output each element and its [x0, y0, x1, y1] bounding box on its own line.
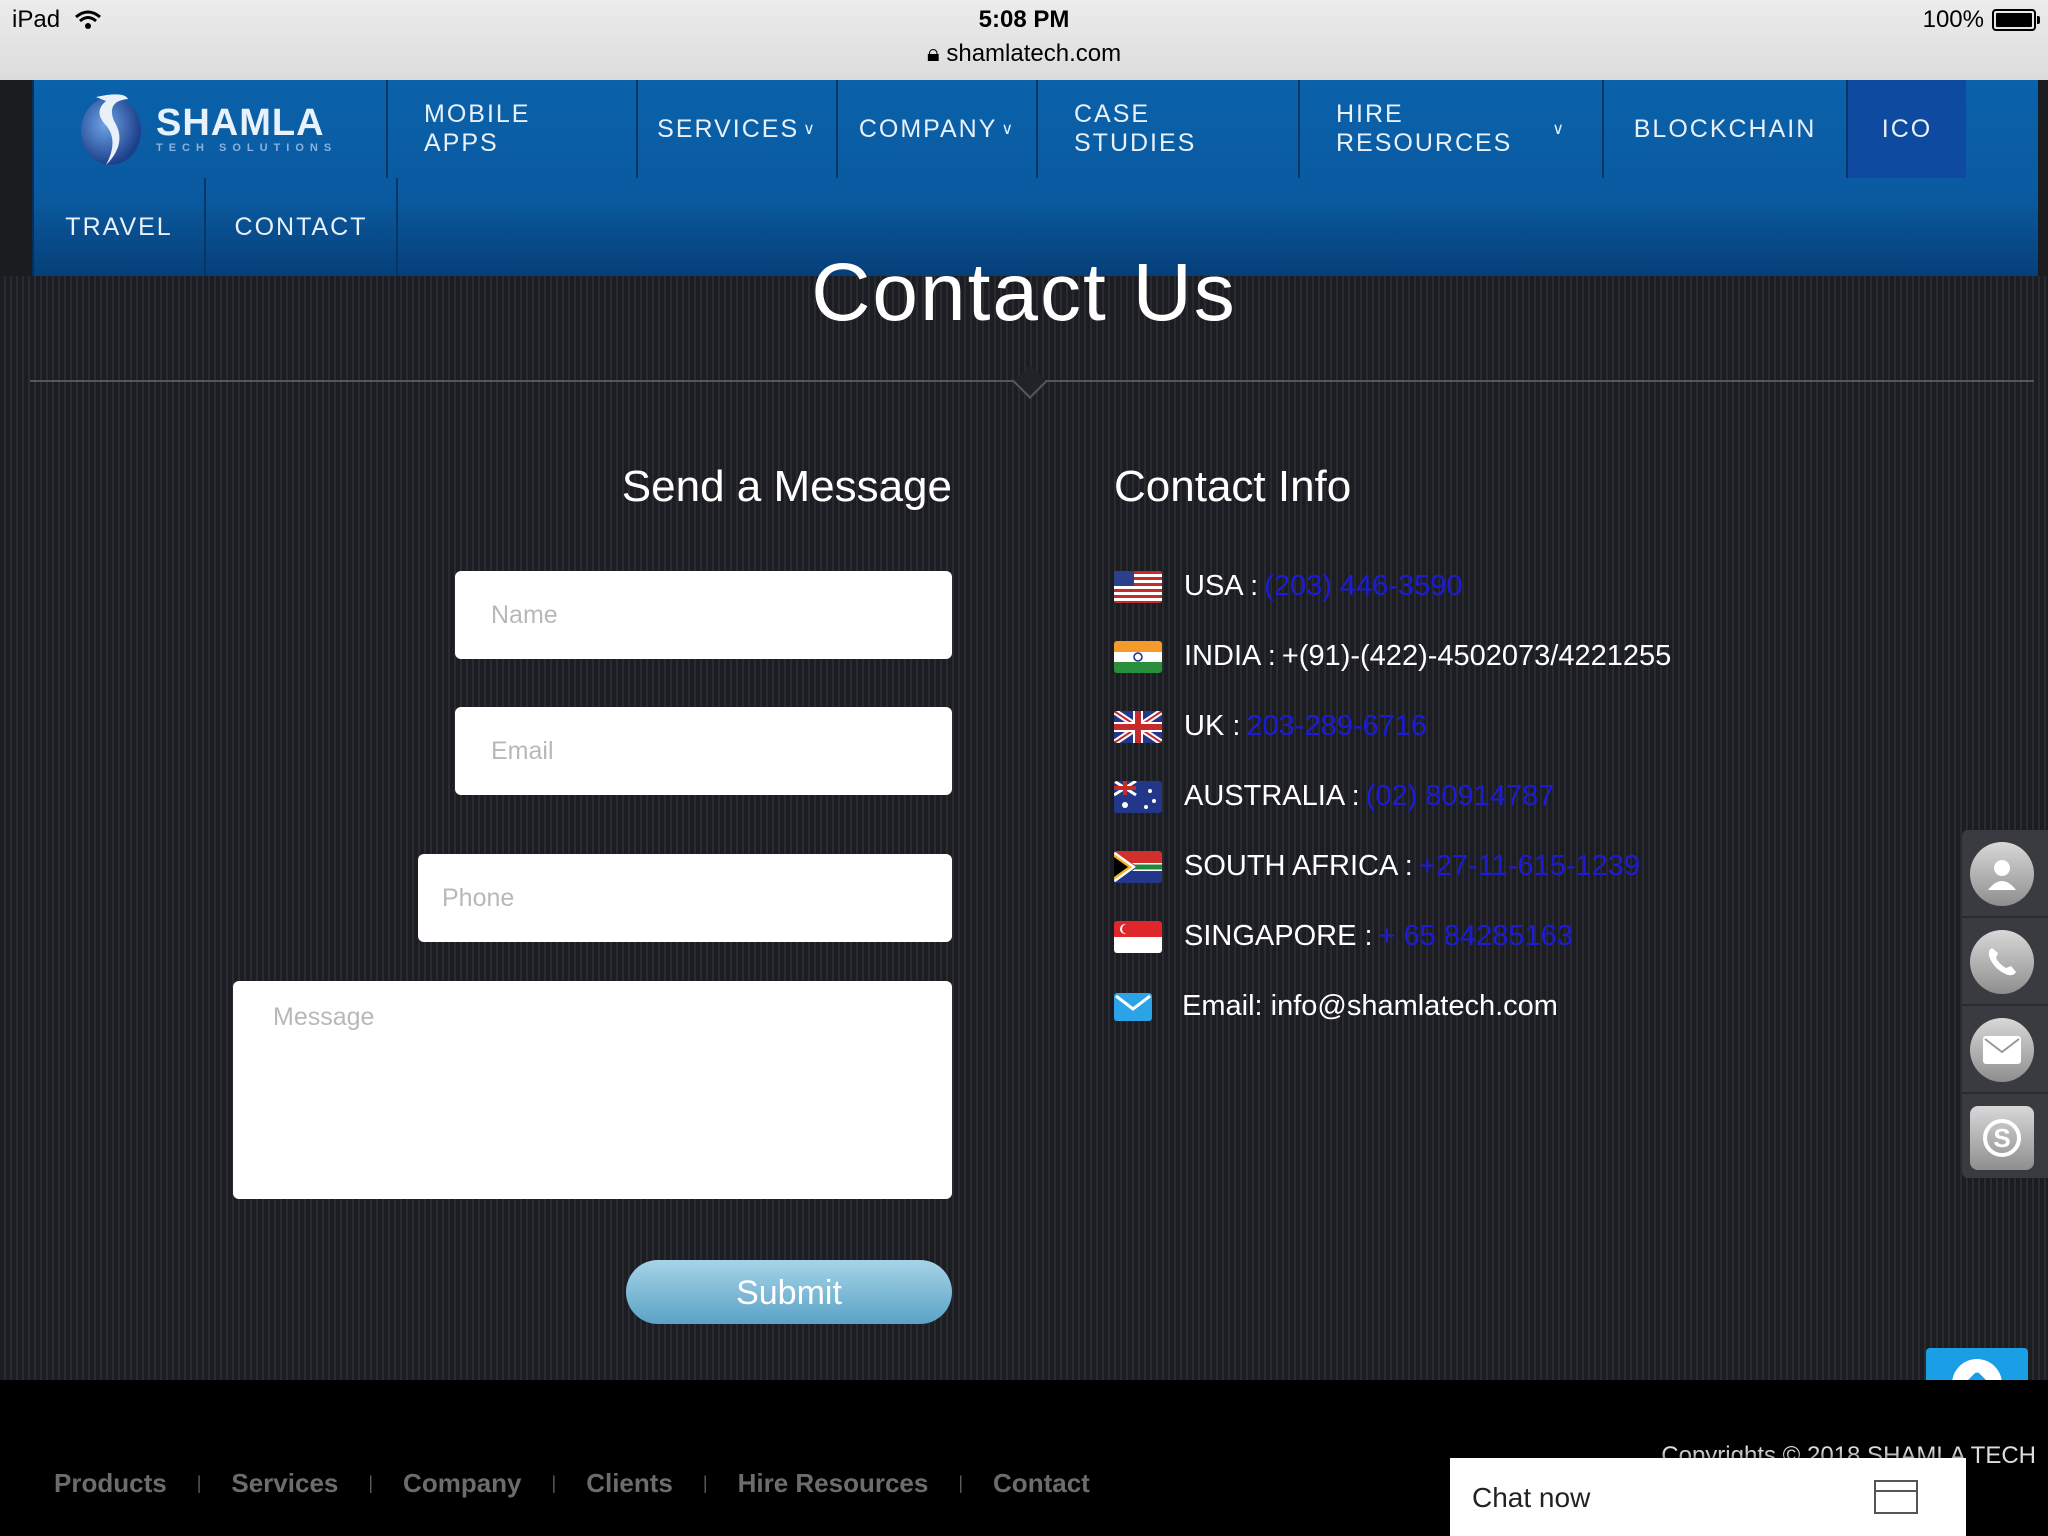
divider-notch — [1013, 365, 1047, 399]
footer-link-company[interactable]: Company — [403, 1468, 521, 1499]
contact-info-heading: Contact Info — [1114, 462, 1352, 511]
status-time: 5:08 PM — [978, 6, 1070, 33]
contact-row-australia: AUSTRALIA : (02) 80914787 — [1114, 780, 1554, 813]
nav-company[interactable]: COMPANY ∨ — [838, 80, 1038, 178]
divider — [1962, 916, 2048, 918]
nav-hire-resources[interactable]: HIRE RESOURCES ∨ — [1300, 80, 1604, 178]
footer-separator: | — [551, 1473, 557, 1493]
footer-links: Products | Services | Company | Clients … — [54, 1468, 1090, 1499]
lock-icon: 🔒︎ — [926, 40, 940, 67]
phone-link-uk[interactable]: 203-289-6716 — [1246, 710, 1427, 743]
phone-icon[interactable] — [1970, 930, 2034, 994]
logo-mark-icon — [81, 94, 141, 165]
name-field[interactable] — [455, 571, 952, 659]
australia-flag-icon — [1114, 780, 1162, 813]
phone-link-australia[interactable]: (02) 80914787 — [1366, 780, 1555, 813]
chevron-down-icon: ∨ — [803, 121, 817, 138]
south-africa-flag-icon — [1114, 850, 1162, 883]
status-right: 100% — [1922, 6, 2040, 34]
maximize-window-icon[interactable] — [1874, 1480, 1918, 1514]
nav-blockchain[interactable]: BLOCKCHAIN — [1604, 80, 1848, 178]
uk-flag-icon — [1114, 710, 1162, 743]
page-title: Contact Us — [811, 247, 1237, 338]
status-bar: iPad 5:08 PM 🔒︎ shamlatech.com 100% — [0, 0, 2048, 80]
nav-ico[interactable]: ICO — [1848, 80, 1966, 178]
divider — [1962, 1092, 2048, 1094]
contact-row-singapore: SINGAPORE : + 65 84285163 — [1114, 920, 1573, 953]
phone-link-singapore[interactable]: + 65 84285163 — [1379, 920, 1573, 953]
chat-label: Chat now — [1472, 1482, 1591, 1513]
nav-mobile-apps[interactable]: MOBILE APPS — [388, 80, 638, 178]
nav-services[interactable]: SERVICES ∨ — [638, 80, 838, 178]
contact-section: Contact Us Send a Message Contact Info S… — [0, 247, 2048, 1420]
phone-field[interactable] — [418, 854, 952, 942]
contact-row-india: INDIA : +(91)-(422)-4502073/4221255 — [1114, 640, 1671, 673]
nav-case-studies[interactable]: CASE STUDIES — [1038, 80, 1300, 178]
footer-separator: | — [702, 1473, 708, 1493]
contact-row-south-africa: SOUTH AFRICA : +27-11-615-1239 — [1114, 850, 1640, 883]
email-field[interactable] — [455, 707, 952, 795]
divider — [1962, 1004, 2048, 1006]
chevron-down-icon: ∨ — [1552, 121, 1566, 138]
phone-link-usa[interactable]: (203) 446-3590 — [1264, 570, 1462, 603]
footer-link-products[interactable]: Products — [54, 1468, 167, 1499]
user-icon[interactable] — [1970, 842, 2034, 906]
india-flag-icon — [1114, 640, 1162, 673]
chevron-down-icon: ∨ — [1001, 121, 1016, 138]
nav-row-1: MOBILE APPS SERVICES ∨ COMPANY ∨ CASE STUD… — [388, 80, 1966, 178]
singapore-flag-icon — [1114, 920, 1162, 953]
email-text[interactable]: Email: info@shamlatech.com — [1182, 990, 1558, 1023]
message-field[interactable] — [233, 981, 952, 1199]
footer-link-services[interactable]: Services — [231, 1468, 338, 1499]
envelope-icon — [1114, 992, 1152, 1021]
logo-title: SHAMLA — [156, 102, 325, 144]
footer-separator: | — [368, 1473, 374, 1493]
footer-link-hire-resources[interactable]: Hire Resources — [738, 1468, 929, 1499]
url-text: shamlatech.com — [946, 40, 1122, 67]
usa-flag-icon — [1114, 570, 1162, 603]
address-bar[interactable]: 🔒︎ shamlatech.com — [0, 40, 2048, 68]
contact-row-usa: USA : (203) 446-3590 — [1114, 570, 1462, 603]
submit-button[interactable]: Submit — [626, 1260, 952, 1324]
contact-row-email: Email: info@shamlatech.com — [1114, 990, 1558, 1023]
logo-subtitle: TECH SOLUTIONS — [156, 142, 338, 154]
footer-link-contact[interactable]: Contact — [993, 1468, 1090, 1499]
skype-icon[interactable]: S — [1970, 1106, 2034, 1170]
phone-link-south-africa[interactable]: +27-11-615-1239 — [1419, 850, 1640, 883]
footer-separator: | — [958, 1473, 964, 1493]
chat-widget[interactable]: Chat now — [1450, 1458, 1966, 1536]
battery-icon — [1992, 9, 2040, 31]
footer-link-clients[interactable]: Clients — [586, 1468, 673, 1499]
send-message-heading: Send a Message — [621, 462, 952, 511]
site-logo[interactable]: SHAMLA TECH SOLUTIONS — [34, 80, 388, 178]
contact-row-uk: UK : 203-289-6716 — [1114, 710, 1427, 743]
phone-text-india: +(91)-(422)-4502073/4221255 — [1281, 640, 1672, 672]
svg-text:S: S — [1993, 1123, 2010, 1153]
footer-separator: | — [196, 1473, 202, 1493]
floating-contact-bar: S — [1962, 830, 2048, 1178]
battery-percent: 100% — [1922, 6, 1984, 33]
mail-icon[interactable] — [1970, 1018, 2034, 1082]
